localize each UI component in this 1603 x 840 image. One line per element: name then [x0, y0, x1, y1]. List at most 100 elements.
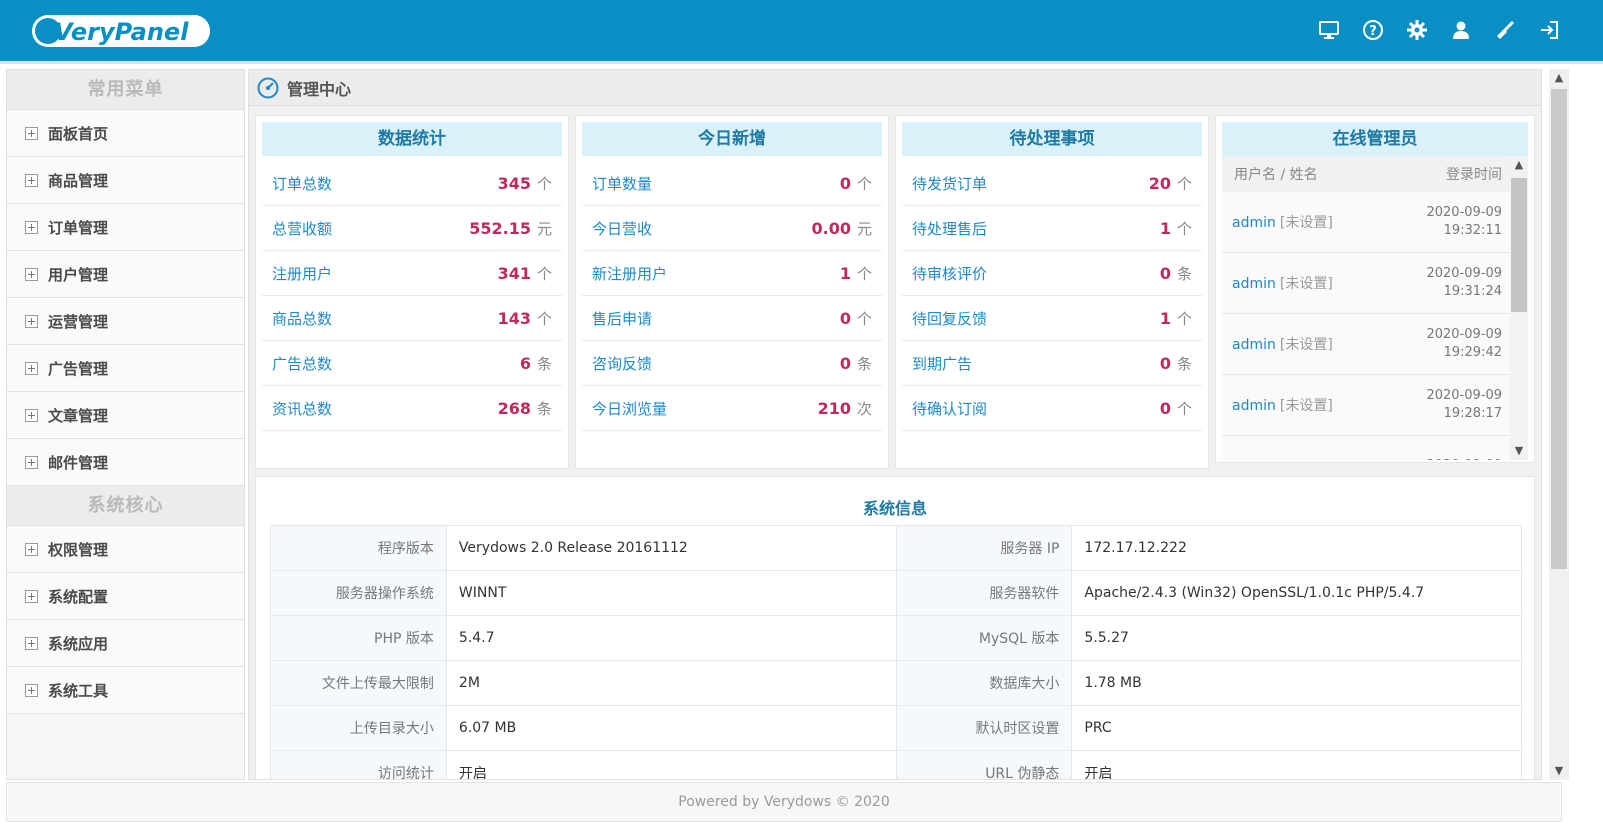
info-value: Verydows 2.0 Release 20161112 [445, 525, 897, 571]
sidebar-item-articles[interactable]: 文章管理 [7, 392, 244, 439]
info-value: 172.17.12.222 [1071, 525, 1522, 571]
column-header-user: 用户名 / 姓名 [1234, 167, 1318, 183]
stat-value: 1 [1159, 218, 1171, 238]
login-date: 2020-09-09 [1426, 388, 1502, 403]
stat-unit: 个 [1176, 309, 1192, 328]
sidebar-group-common: 常用菜单 [7, 70, 244, 110]
brush-icon[interactable] [1491, 16, 1519, 44]
stat-label[interactable]: 待审核评价 [912, 263, 1160, 284]
stat-label[interactable]: 咨询反馈 [592, 353, 840, 374]
logout-icon[interactable] [1535, 16, 1563, 44]
stat-label[interactable]: 注册用户 [272, 263, 498, 284]
admin-username[interactable]: admin [1232, 398, 1276, 414]
main-panel: 管理中心 数据统计 订单总数 345 个 总营收额 552.15 元 注册用户 341 个 … [248, 69, 1542, 780]
sidebar-item-apps[interactable]: 系统应用 [7, 620, 244, 667]
expand-icon [25, 455, 38, 469]
svg-text:?: ? [1369, 24, 1377, 39]
scroll-down-icon[interactable]: ▼ [1549, 762, 1569, 780]
stat-row: 总营收额 552.15 元 [262, 206, 562, 251]
stat-value: 345 [497, 173, 531, 193]
info-label: MySQL 版本 [895, 615, 1073, 661]
stat-label[interactable]: 订单总数 [272, 173, 498, 194]
sidebar-item-dashboard[interactable]: 面板首页 [7, 110, 244, 157]
sidebar-item-label: 用户管理 [48, 265, 109, 284]
sidebar-item-users[interactable]: 用户管理 [7, 251, 244, 298]
sidebar-item-orders[interactable]: 订单管理 [7, 204, 244, 251]
stat-label[interactable]: 到期广告 [912, 353, 1160, 374]
sidebar-item-mail[interactable]: 邮件管理 [7, 439, 244, 486]
main-title-bar: 管理中心 [249, 70, 1541, 106]
scrollbar-thumb[interactable] [1551, 89, 1567, 569]
stat-label[interactable]: 资讯总数 [272, 398, 498, 419]
stat-unit: 个 [536, 264, 552, 283]
stat-row: 待发货订单 20 个 [902, 161, 1202, 206]
stat-label[interactable]: 售后申请 [592, 308, 840, 329]
sidebar-item-label: 商品管理 [48, 171, 109, 190]
user-icon[interactable] [1447, 16, 1475, 44]
monitor-icon[interactable] [1315, 16, 1343, 44]
sidebar-item-goods[interactable]: 商品管理 [7, 157, 244, 204]
stat-label[interactable]: 今日营收 [592, 218, 812, 239]
expand-icon [25, 314, 38, 328]
table-row: 服务器操作系统 WINNT 服务器软件 Apache/2.4.3 (Win32)… [270, 570, 1522, 616]
stat-value: 341 [497, 263, 531, 283]
stat-unit: 个 [856, 309, 872, 328]
info-value: 开启 [1071, 750, 1522, 779]
stat-unit: 个 [856, 264, 872, 283]
info-label: URL 伪静态 [895, 750, 1073, 779]
stat-label[interactable]: 待确认订阅 [912, 398, 1160, 419]
scroll-down-icon[interactable]: ▼ [1510, 442, 1528, 460]
card-data-stats: 数据统计 订单总数 345 个 总营收额 552.15 元 注册用户 341 个 商品总数 1… [255, 115, 569, 469]
stat-value: 0 [839, 353, 851, 373]
help-icon[interactable]: ? [1359, 16, 1387, 44]
sidebar-item-permissions[interactable]: 权限管理 [7, 526, 244, 573]
stat-label[interactable]: 待发货订单 [912, 173, 1149, 194]
stat-row: 今日营收 0.00 元 [582, 206, 882, 251]
login-time: 19:29:42 [1443, 345, 1502, 360]
info-label: 服务器 IP [895, 525, 1073, 571]
sidebar-item-label: 系统配置 [48, 587, 109, 606]
stat-label[interactable]: 待回复反馈 [912, 308, 1160, 329]
stat-label[interactable]: 广告总数 [272, 353, 520, 374]
sidebar-item-ads[interactable]: 广告管理 [7, 345, 244, 392]
stat-unit: 个 [536, 309, 552, 328]
login-time: 19:28:17 [1443, 406, 1502, 421]
admin-table-header: 用户名 / 姓名 登录时间 [1222, 156, 1528, 192]
sidebar-item-tools[interactable]: 系统工具 [7, 667, 244, 714]
stat-label[interactable]: 今日浏览量 [592, 398, 818, 419]
stat-label[interactable]: 商品总数 [272, 308, 498, 329]
system-info-panel: 系统信息 程序版本 Verydows 2.0 Release 20161112 … [255, 476, 1535, 779]
admin-realname: [未设置] [1279, 337, 1333, 353]
stat-row: 注册用户 341 个 [262, 251, 562, 296]
admin-username[interactable]: admin [1232, 215, 1276, 231]
stat-value: 143 [497, 308, 531, 328]
verypanel-logo[interactable]: VeryPanel [32, 14, 212, 48]
info-value: 5.4.7 [445, 615, 897, 661]
stat-label[interactable]: 订单数量 [592, 173, 840, 194]
scroll-up-icon[interactable]: ▲ [1549, 69, 1569, 87]
admin-list[interactable]: admin [未设置] 2020-09-09 19:32:11 admin [未设置]… [1222, 192, 1528, 460]
admin-list-scrollbar[interactable]: ▲ ▼ [1510, 156, 1528, 460]
gear-icon[interactable] [1403, 16, 1431, 44]
sidebar-item-operations[interactable]: 运营管理 [7, 298, 244, 345]
page-scrollbar[interactable]: ▲ ▼ [1549, 69, 1569, 780]
sidebar-item-label: 面板首页 [48, 124, 109, 143]
scrollbar-thumb[interactable] [1511, 178, 1527, 312]
admin-username[interactable]: admin [1232, 337, 1276, 353]
stat-value: 1 [839, 263, 851, 283]
sidebar: 常用菜单 面板首页 商品管理 订单管理 用户管理 运营管理 广告管理 文章管理 … [6, 69, 245, 780]
stat-label[interactable]: 总营收额 [272, 218, 469, 239]
admin-username[interactable]: admin [1232, 276, 1276, 292]
scroll-up-icon[interactable]: ▲ [1510, 156, 1528, 174]
stat-label[interactable]: 新注册用户 [592, 263, 840, 284]
stat-row: 订单总数 345 个 [262, 161, 562, 206]
header-divider [0, 61, 1603, 64]
expand-icon [25, 683, 38, 697]
sidebar-item-config[interactable]: 系统配置 [7, 573, 244, 620]
stat-unit: 条 [1176, 354, 1192, 373]
stat-row: 广告总数 6 条 [262, 341, 562, 386]
stat-row: 商品总数 143 个 [262, 296, 562, 341]
stat-label[interactable]: 待处理售后 [912, 218, 1160, 239]
stat-value: 0 [1159, 353, 1171, 373]
expand-icon [25, 589, 38, 603]
